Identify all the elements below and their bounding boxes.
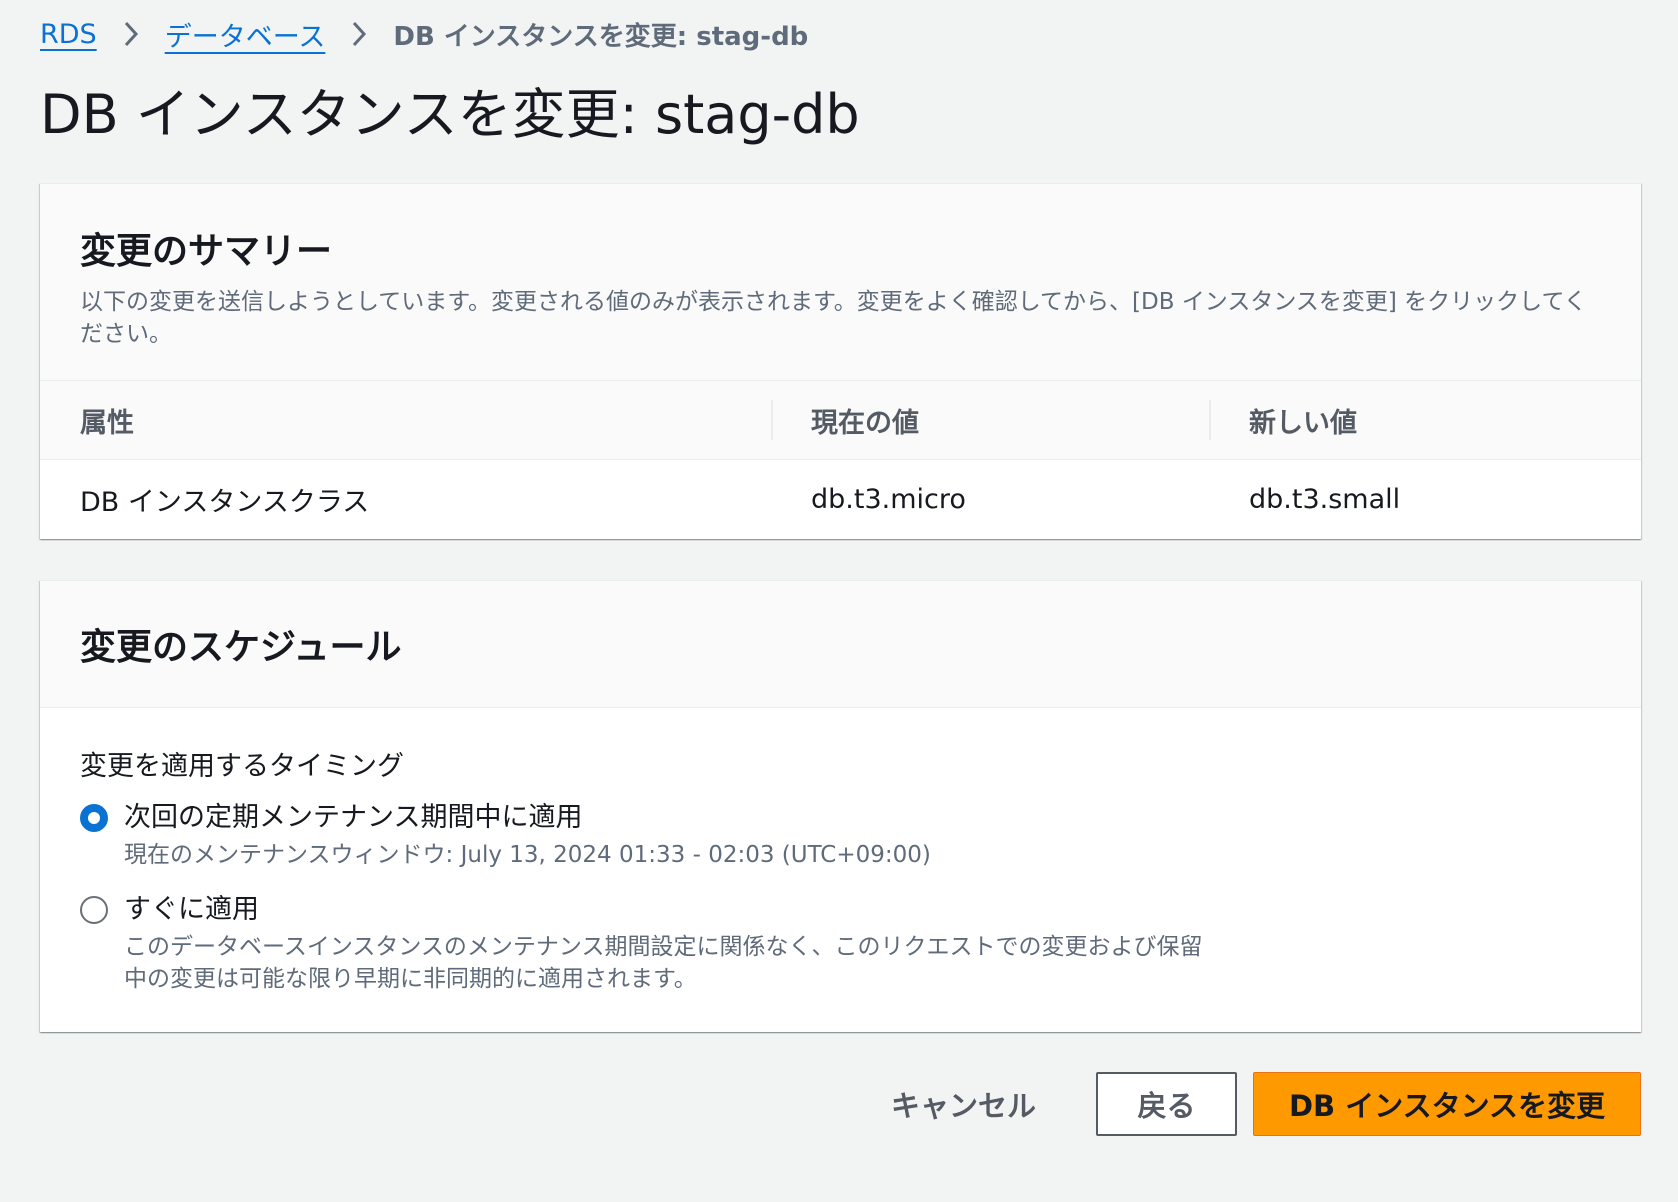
breadcrumb-databases[interactable]: データベース xyxy=(165,15,326,54)
breadcrumb: RDS データベース DB インスタンスを変更: stag-db xyxy=(40,14,808,54)
chevron-right-icon xyxy=(351,21,367,47)
radio-description-next-maintenance: 現在のメンテナンスウィンドウ: July 13, 2024 01:33 - 02… xyxy=(124,842,931,868)
breadcrumb-current: DB インスタンスを変更: stag-db xyxy=(393,21,809,52)
schedule-header: 変更のスケジュール xyxy=(40,581,1641,708)
radio-option-apply-immediately[interactable]: すぐに適用 このデータベースインスタンスのメンテナンス期間設定に関係なく、このリ… xyxy=(80,893,1601,995)
summary-panel: 変更のサマリー 以下の変更を送信しようとしています。変更される値のみが表示されま… xyxy=(40,183,1641,539)
summary-header: 変更のサマリー 以下の変更を送信しようとしています。変更される値のみが表示されま… xyxy=(40,184,1641,380)
cancel-button[interactable]: キャンセル xyxy=(861,1072,1066,1136)
page-title: DB インスタンスを変更: stag-db xyxy=(40,83,860,146)
cell-new-value: db.t3.small xyxy=(1249,484,1401,515)
radio-button-selected[interactable] xyxy=(80,804,108,832)
page: RDS データベース DB インスタンスを変更: stag-db DB インスタ… xyxy=(0,0,1678,1202)
breadcrumb-rds[interactable]: RDS xyxy=(40,19,97,50)
radio-label-next-maintenance: 次回の定期メンテナンス期間中に適用 xyxy=(124,802,583,833)
cell-current-value: db.t3.micro xyxy=(811,484,966,515)
summary-description: 以下の変更を送信しようとしています。変更される値のみが表示されます。変更をよく確… xyxy=(80,289,1587,347)
form-actions: キャンセル 戻る DB インスタンスを変更 xyxy=(861,1072,1641,1136)
chevron-right-icon xyxy=(123,21,139,47)
radio-button-unselected[interactable] xyxy=(80,896,108,924)
summary-title: 変更のサマリー xyxy=(80,231,333,272)
radio-option-next-maintenance[interactable]: 次回の定期メンテナンス期間中に適用 現在のメンテナンスウィンドウ: July 1… xyxy=(80,801,1601,871)
schedule-body: 変更を適用するタイミング 次回の定期メンテナンス期間中に適用 現在のメンテナンス… xyxy=(40,708,1641,1031)
column-header-current-value: 現在の値 xyxy=(771,380,1209,460)
schedule-panel: 変更のスケジュール 変更を適用するタイミング 次回の定期メンテナンス期間中に適用… xyxy=(40,580,1641,1032)
table-row: DB インスタンスクラス db.t3.micro db.t3.small xyxy=(40,460,1641,539)
column-header-new-value: 新しい値 xyxy=(1209,380,1641,460)
timing-field-label: 変更を適用するタイミング xyxy=(80,751,404,782)
schedule-title: 変更のスケジュール xyxy=(80,627,402,668)
back-button[interactable]: 戻る xyxy=(1096,1072,1237,1136)
column-header-attribute: 属性 xyxy=(80,407,134,439)
radio-description-apply-immediately: このデータベースインスタンスのメンテナンス期間設定に関係なく、このリクエストでの… xyxy=(124,934,1203,992)
modify-db-instance-button[interactable]: DB インスタンスを変更 xyxy=(1253,1072,1641,1136)
radio-label-apply-immediately: すぐに適用 xyxy=(124,894,259,925)
cell-attribute: DB インスタンスクラス xyxy=(80,487,370,518)
summary-table-header: 属性 現在の値 新しい値 xyxy=(40,380,1641,460)
